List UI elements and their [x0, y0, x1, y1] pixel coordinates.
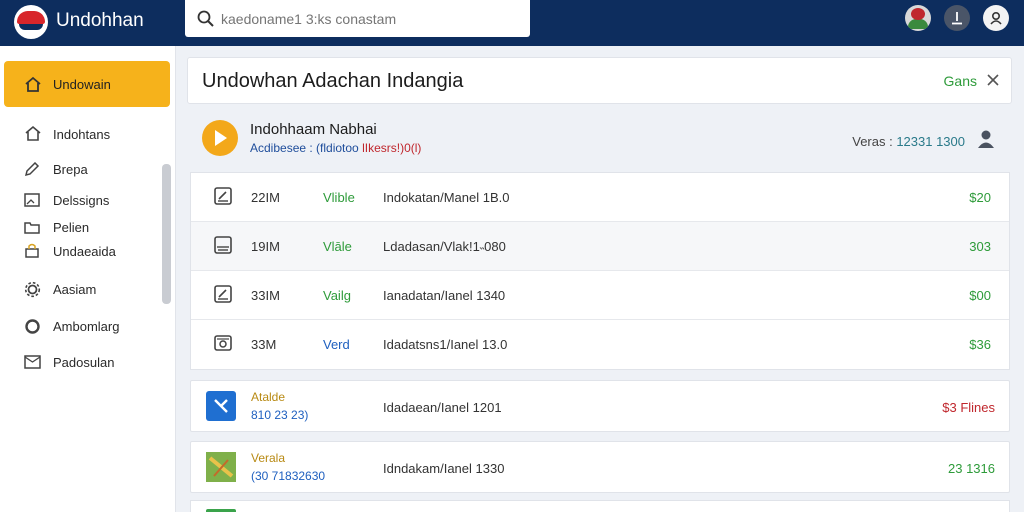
- list-item[interactable]: Verala (30 71832630 Idndakam/Ianel 1330 …: [190, 441, 1010, 493]
- version-label: Veras :: [852, 134, 897, 149]
- row-price: $36: [969, 337, 991, 352]
- upload-button[interactable]: [944, 5, 970, 31]
- card-description: Idadaean/Ianel 1201: [383, 400, 502, 415]
- inbox-icon: [214, 236, 232, 254]
- sidebar-item-brepa[interactable]: Brepa: [4, 156, 170, 182]
- sidebar: Undowain Indohtans Brepa Delssigns Pelie…: [0, 46, 176, 512]
- search-icon: [197, 10, 214, 27]
- summary-version: Veras : 12331 1300: [852, 134, 965, 149]
- search-input[interactable]: [221, 8, 521, 30]
- sidebar-item-undowain[interactable]: Undowain: [4, 61, 170, 107]
- table-row[interactable]: 22IM Vlible Indokatan/Manel 1B.0 $20: [191, 173, 1009, 222]
- card-subtitle: 810 23 23): [251, 408, 309, 422]
- sidebar-item-indohtans[interactable]: Indohtans: [4, 112, 170, 158]
- sidebar-item-label: Pelien: [53, 220, 90, 235]
- edit-icon: [214, 285, 232, 303]
- folder-icon: [24, 222, 40, 234]
- page-header: Undowhan Adachan Indangia Gans: [187, 57, 1012, 104]
- gear-icon: [24, 281, 41, 298]
- lock-icon: [25, 243, 39, 258]
- map-icon: [206, 452, 236, 482]
- sidebar-item-ambomlarg[interactable]: Ambomlarg: [4, 313, 170, 339]
- profile-button[interactable]: [983, 5, 1009, 31]
- card-value: $3 Flines: [942, 400, 995, 415]
- home-icon: [25, 76, 41, 92]
- row-description: Ldadasan/Vlak!1˵080: [383, 239, 506, 254]
- sidebar-item-label: Indohtans: [53, 127, 111, 142]
- list-item[interactable]: Atalde 810 23 23) Idadaean/Ianel 1201 $3…: [190, 380, 1010, 432]
- items-table: 22IM Vlible Indokatan/Manel 1B.0 $20 19I…: [190, 172, 1010, 370]
- close-icon[interactable]: [987, 74, 999, 86]
- tools-icon: [206, 391, 236, 421]
- image-icon: [24, 193, 40, 207]
- row-size: 33M: [251, 337, 277, 352]
- pencil-icon: [24, 162, 40, 177]
- row-description: Indokatan/Manel 1B.0: [383, 190, 510, 205]
- sidebar-item-label: Aasiam: [53, 282, 97, 297]
- sidebar-item-label: Padosulan: [53, 355, 115, 370]
- row-description: Ianadatan/Ianel 1340: [383, 288, 506, 303]
- card-title: Atalde: [251, 390, 286, 404]
- sidebar-item-delssigns[interactable]: Delssigns: [4, 187, 170, 213]
- upload-icon: [952, 12, 962, 25]
- row-description: Idadatsns1/Ianel 13.0: [383, 337, 508, 352]
- sidebar-item-label: Undowain: [53, 77, 111, 92]
- summary-subtitle-main: Acdibesee : (fldiotoo: [250, 141, 359, 155]
- sidebar-item-undaeaida[interactable]: Undaeaida: [4, 238, 170, 264]
- card-title: Verala: [251, 451, 286, 465]
- row-size: 19IM: [251, 239, 280, 254]
- table-row[interactable]: 19IM Vlāle Ldadasan/Vlak!1˵080 303: [191, 222, 1009, 271]
- sidebar-scrollbar[interactable]: [162, 164, 171, 304]
- sidebar-item-label: Ambomlarg: [53, 319, 120, 334]
- summary-title: Indohhaam Nabhai: [250, 121, 377, 138]
- mail-icon: [24, 355, 41, 369]
- page-title: Undowhan Adachan Indangia: [202, 70, 464, 92]
- circle-icon: [25, 319, 40, 334]
- row-price: 303: [969, 239, 991, 254]
- row-size: 22IM: [251, 190, 280, 205]
- row-status: Verd: [323, 337, 350, 352]
- sidebar-item-pelien[interactable]: Pelien: [4, 214, 170, 240]
- summary-subtitle-alert: lIkesrs!)0(l): [362, 141, 422, 155]
- avatar[interactable]: [905, 5, 931, 31]
- summary-subtitle: Acdibesee : (fldiotoo lIkesrs!)0(l): [250, 141, 421, 155]
- sidebar-item-label: Delssigns: [53, 193, 110, 208]
- row-size: 33IM: [251, 288, 280, 303]
- top-bar: Undohhan: [0, 0, 1024, 46]
- play-icon: [215, 130, 227, 146]
- home-icon: [25, 125, 41, 141]
- header-action-link[interactable]: Gans: [944, 73, 977, 89]
- edit-icon: [214, 187, 232, 205]
- table-row[interactable]: 33M Verd Idadatsns1/Ianel 13.0 $36: [191, 320, 1009, 369]
- search-box[interactable]: [185, 0, 530, 37]
- sidebar-item-padosulan[interactable]: Padosulan: [4, 349, 170, 375]
- sidebar-item-aasiam[interactable]: Aasiam: [4, 276, 170, 302]
- app-logo[interactable]: [14, 5, 48, 39]
- card-value: 23 1316: [948, 461, 995, 476]
- table-row[interactable]: 33IM Vailg Ianadatan/Ianel 1340 $00: [191, 271, 1009, 320]
- card-description: Idndakam/Ianel 1330: [383, 461, 505, 476]
- sidebar-item-label: Brepa: [53, 162, 88, 177]
- sidebar-item-label: Undaeaida: [53, 244, 116, 259]
- row-status: Vlible: [323, 190, 355, 205]
- card-subtitle: (30 71832630: [251, 469, 326, 483]
- list-item[interactable]: [190, 500, 1010, 512]
- user-alert-icon[interactable]: [976, 128, 996, 150]
- row-price: $20: [969, 190, 991, 205]
- app-title: Undohhan: [56, 10, 144, 31]
- summary-bar: Indohhaam Nabhai Acdibesee : (fldiotoo l…: [190, 114, 1010, 166]
- profile-icon: [990, 11, 1002, 25]
- version-value: 12331 1300: [896, 134, 965, 149]
- row-status: Vlāle: [323, 239, 352, 254]
- camera-icon: [214, 335, 232, 351]
- row-price: $00: [969, 288, 991, 303]
- row-status: Vailg: [323, 288, 351, 303]
- play-button[interactable]: [202, 120, 238, 156]
